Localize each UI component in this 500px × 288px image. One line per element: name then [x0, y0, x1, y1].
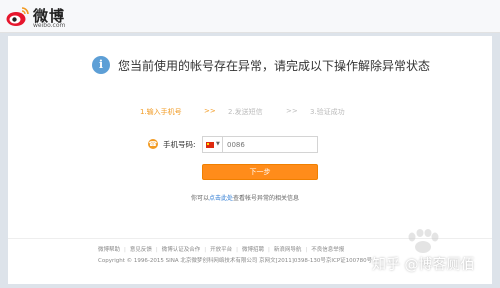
watermark-text: 知乎 @博客厕佰 — [372, 257, 475, 273]
paw-watermark-icon — [408, 229, 439, 253]
step-separator: >> — [286, 107, 298, 115]
next-step-button[interactable]: 下一步 — [202, 164, 318, 180]
help-suffix: 查看帐号异常的相关信息 — [233, 195, 300, 202]
footer-link[interactable]: 微博招聘 — [242, 247, 264, 253]
step-separator: >> — [204, 107, 216, 115]
notice-message: 您当前使用的帐号存在异常，请完成以下操作解除异常状态 — [118, 59, 431, 73]
footer-link[interactable]: 不良信息举报 — [311, 247, 344, 253]
brand-domain: weibo.com — [33, 22, 66, 29]
weibo-logo[interactable]: 微博 weibo.com — [6, 4, 86, 30]
weibo-eye-icon — [6, 7, 29, 26]
footer-link[interactable]: 开放平台 — [210, 247, 232, 253]
top-bar: 微博 weibo.com — [0, 0, 500, 33]
info-icon: i — [92, 56, 110, 74]
footer-link[interactable]: 新浪网导航 — [274, 247, 302, 253]
phone-icon: ☎ — [148, 139, 158, 149]
copyright-text: Copyright © 1996-2015 SINA 北京微梦创科网络技术有限公… — [98, 258, 373, 264]
footer-link[interactable]: 意见反馈 — [130, 247, 152, 253]
country-code-select[interactable]: ▼ — [202, 136, 222, 153]
step-2: 2.发送短信 — [228, 108, 263, 116]
help-prefix: 你可以 — [191, 195, 210, 202]
phone-label: 手机号码: — [163, 140, 196, 149]
phone-input[interactable] — [222, 136, 318, 153]
footer-links: 微博帮助 | 意见反馈 | 微博认证及合作 | 开放平台 | 微博招聘 | 新浪网导航 | 不良信息举报 — [98, 247, 345, 253]
footer-link[interactable]: 微博认证及合作 — [162, 247, 201, 253]
chevron-down-icon: ▼ — [216, 141, 220, 147]
help-text: 你可以点击此处查看帐号异常的相关信息 — [191, 193, 299, 202]
step-1: 1.输入手机号 — [140, 108, 182, 116]
step-progress: 1.输入手机号 >> 2.发送短信 >> 3.验证成功 — [140, 107, 380, 121]
china-flag-icon — [206, 142, 214, 148]
help-link[interactable]: 点击此处 — [209, 195, 233, 202]
step-3: 3.验证成功 — [310, 108, 345, 116]
footer-link[interactable]: 微博帮助 — [98, 247, 120, 253]
phone-row: ☎ 手机号码: ▼ — [148, 136, 348, 154]
